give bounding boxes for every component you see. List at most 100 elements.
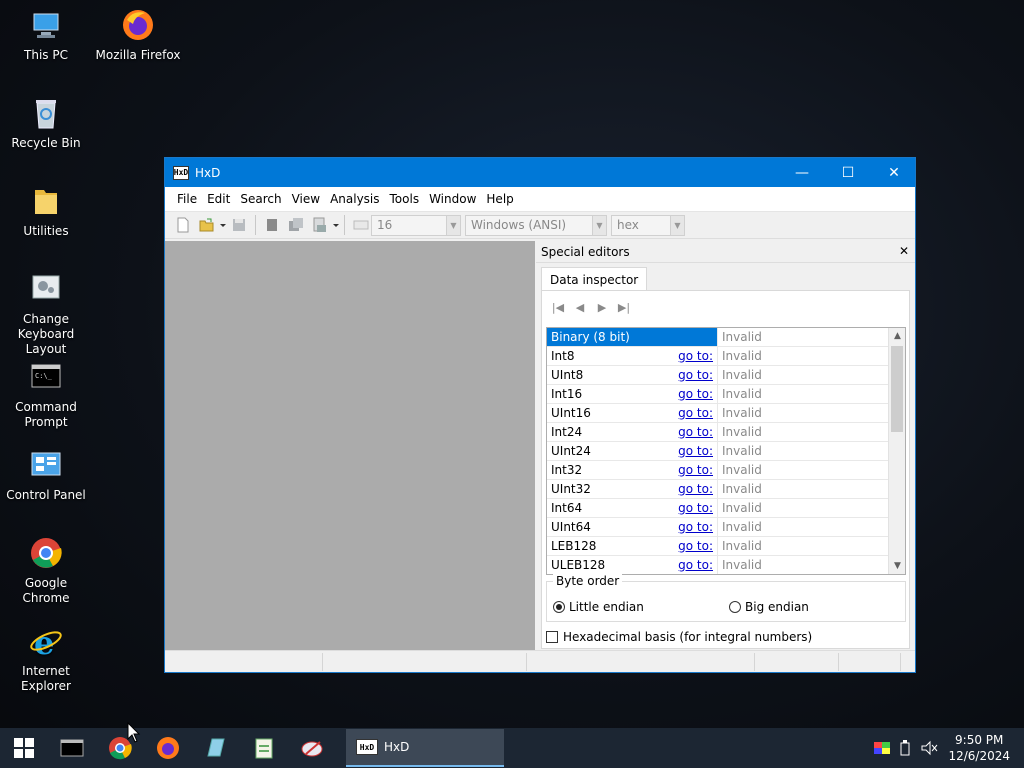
little-endian-radio[interactable]: Little endian <box>553 600 644 614</box>
inspector-row[interactable]: ULEB128 go to: Invalid <box>547 556 905 574</box>
scroll-thumb[interactable] <box>891 346 903 432</box>
mouse-cursor-icon <box>127 722 141 743</box>
inspector-row-value[interactable]: Invalid <box>717 442 889 460</box>
menu-search[interactable]: Search <box>235 192 286 206</box>
inspector-row-value[interactable]: Invalid <box>717 556 889 574</box>
desktop-icon-command-prompt[interactable]: C:\_ Command Prompt <box>0 360 92 430</box>
hex-basis-checkbox[interactable]: Hexadecimal basis (for integral numbers) <box>546 630 812 644</box>
desktop-icon-this-pc[interactable]: This PC <box>0 8 92 63</box>
menu-file[interactable]: File <box>172 192 202 206</box>
inspector-row-value[interactable]: Invalid <box>717 366 889 384</box>
goto-link[interactable]: go to: <box>678 368 713 382</box>
clock[interactable]: 9:50 PM 12/6/2024 <box>948 732 1010 764</box>
open-dropdown-icon[interactable] <box>219 217 227 233</box>
vertical-scrollbar[interactable]: ▲ ▼ <box>888 328 905 574</box>
inspector-row[interactable]: Binary (8 bit) Invalid <box>547 328 905 347</box>
minimize-button[interactable]: — <box>779 158 825 187</box>
menu-view[interactable]: View <box>287 192 325 206</box>
inspector-row[interactable]: LEB128 go to: Invalid <box>547 537 905 556</box>
goto-link[interactable]: go to: <box>678 539 713 553</box>
goto-link[interactable]: go to: <box>678 406 713 420</box>
taskbar-app-pen[interactable] <box>288 728 336 768</box>
goto-link[interactable]: go to: <box>678 482 713 496</box>
next-icon[interactable]: ▶ <box>594 301 610 314</box>
inspector-row-value[interactable]: Invalid <box>717 404 889 422</box>
inspector-row[interactable]: Int16 go to: Invalid <box>547 385 905 404</box>
inspector-row[interactable]: UInt16 go to: Invalid <box>547 404 905 423</box>
taskbar-command-prompt[interactable] <box>48 728 96 768</box>
open-file-icon[interactable] <box>199 217 215 233</box>
taskbar-firefox[interactable] <box>144 728 192 768</box>
previous-icon[interactable]: ◀ <box>572 301 588 314</box>
maximize-button[interactable]: ☐ <box>825 158 871 187</box>
menu-edit[interactable]: Edit <box>202 192 235 206</box>
page-options-dropdown-icon[interactable] <box>332 217 340 233</box>
inspector-row-value[interactable]: Invalid <box>717 461 889 479</box>
inspector-row-value[interactable]: Invalid <box>717 537 889 555</box>
desktop-icon-chrome[interactable]: Google Chrome <box>0 536 92 606</box>
title-bar[interactable]: HxD HxD — ☐ ✕ <box>165 158 915 187</box>
taskbar-task-hxd[interactable]: HxD HxD <box>346 729 504 767</box>
desktop-icon-keyboard-layout[interactable]: Change Keyboard Layout <box>0 272 92 357</box>
usb-icon[interactable] <box>898 740 912 756</box>
scroll-down-icon[interactable]: ▼ <box>889 558 905 574</box>
inspector-row-value[interactable]: Invalid <box>717 480 889 498</box>
new-file-icon[interactable] <box>175 217 191 233</box>
maximize-icon: ☐ <box>841 164 855 181</box>
status-cell <box>527 653 755 671</box>
desktop-icon-internet-explorer[interactable]: e Internet Explorer <box>0 624 92 694</box>
desktop-icon-label: Internet Explorer <box>21 664 71 693</box>
desktop-icon-recycle-bin[interactable]: Recycle Bin <box>0 96 92 151</box>
inspector-type-label: UInt24 <box>551 444 591 458</box>
goto-link[interactable]: go to: <box>678 425 713 439</box>
inspector-row[interactable]: UInt8 go to: Invalid <box>547 366 905 385</box>
inspector-row-value[interactable]: Invalid <box>717 499 889 517</box>
close-file-icon[interactable] <box>264 217 280 233</box>
tab-data-inspector[interactable]: Data inspector <box>541 267 648 291</box>
first-icon[interactable]: |◀ <box>550 301 566 314</box>
desktop-icon-control-panel[interactable]: Control Panel <box>0 448 92 503</box>
menu-help[interactable]: Help <box>481 192 518 206</box>
goto-link[interactable]: go to: <box>678 520 713 534</box>
close-button[interactable]: ✕ <box>871 158 917 187</box>
scroll-up-icon[interactable]: ▲ <box>889 328 905 344</box>
desktop-icon-utilities[interactable]: Utilities <box>0 184 92 239</box>
inspector-row[interactable]: UInt64 go to: Invalid <box>547 518 905 537</box>
inspector-row-value[interactable]: Invalid <box>717 385 889 403</box>
goto-link[interactable]: go to: <box>678 444 713 458</box>
bytes-per-row-select[interactable]: 16 ▼ <box>371 214 461 236</box>
menu-tools[interactable]: Tools <box>385 192 425 206</box>
inspector-row-value[interactable]: Invalid <box>717 328 889 346</box>
goto-link[interactable]: go to: <box>678 349 713 363</box>
inspector-row[interactable]: Int32 go to: Invalid <box>547 461 905 480</box>
save-all-icon[interactable] <box>288 217 304 233</box>
goto-link[interactable]: go to: <box>678 501 713 515</box>
charset-select[interactable]: Windows (ANSI) ▼ <box>465 214 607 236</box>
inspector-row[interactable]: UInt24 go to: Invalid <box>547 442 905 461</box>
menu-window[interactable]: Window <box>424 192 481 206</box>
offset-base-select[interactable]: hex ▼ <box>611 214 685 236</box>
inspector-row[interactable]: Int24 go to: Invalid <box>547 423 905 442</box>
desktop-icon-firefox[interactable]: Mozilla Firefox <box>92 8 184 63</box>
save-icon[interactable] <box>231 217 247 233</box>
goto-link[interactable]: go to: <box>678 558 713 572</box>
taskbar-notepad-plus[interactable] <box>240 728 288 768</box>
last-icon[interactable]: ▶| <box>616 301 632 314</box>
inspector-row[interactable]: Int8 go to: Invalid <box>547 347 905 366</box>
page-options-icon[interactable] <box>312 217 328 233</box>
taskbar-app-blue[interactable] <box>192 728 240 768</box>
big-endian-radio[interactable]: Big endian <box>729 600 809 614</box>
toolbar-separator <box>344 215 345 235</box>
goto-link[interactable]: go to: <box>678 463 713 477</box>
goto-link[interactable]: go to: <box>678 387 713 401</box>
inspector-row-value[interactable]: Invalid <box>717 518 889 536</box>
start-button[interactable] <box>0 728 48 768</box>
volume-muted-icon[interactable] <box>920 740 938 756</box>
menu-analysis[interactable]: Analysis <box>325 192 384 206</box>
inspector-row-value[interactable]: Invalid <box>717 423 889 441</box>
close-panel-icon[interactable]: ✕ <box>899 244 909 258</box>
inspector-row[interactable]: Int64 go to: Invalid <box>547 499 905 518</box>
inspector-row-value[interactable]: Invalid <box>717 347 889 365</box>
inspector-row[interactable]: UInt32 go to: Invalid <box>547 480 905 499</box>
color-tray-icon[interactable] <box>874 740 891 756</box>
